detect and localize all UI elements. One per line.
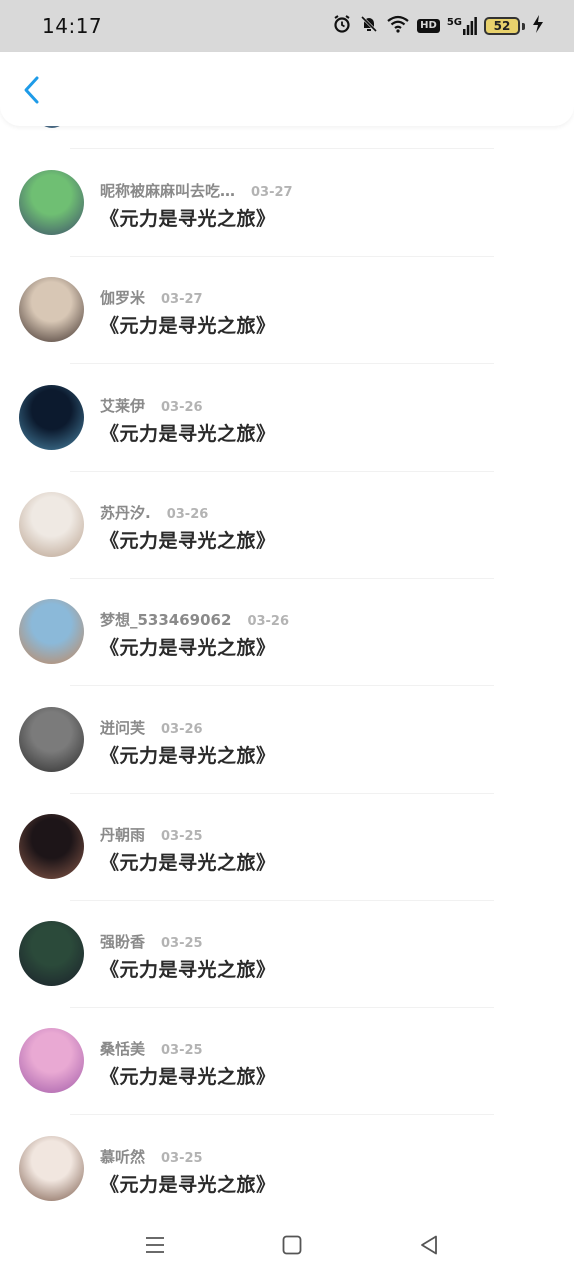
comment-date: 03-27 — [161, 292, 203, 307]
chevron-left-icon — [24, 76, 39, 104]
divider — [70, 793, 494, 794]
avatar[interactable] — [19, 599, 84, 664]
avatar[interactable] — [19, 277, 84, 342]
alarm-icon — [332, 14, 352, 38]
battery-level: 52 — [484, 17, 520, 35]
comment-text: 《元力是寻光之旅》 — [100, 423, 276, 445]
divider — [70, 148, 494, 149]
recent-apps-button[interactable] — [142, 1232, 168, 1258]
divider — [70, 685, 494, 686]
home-square-icon — [282, 1235, 302, 1255]
comment-meta: 丹朝雨 03-25 — [100, 824, 203, 845]
comment-meta: 迸问芙 03-26 — [100, 717, 203, 738]
back-nav-button[interactable] — [416, 1232, 442, 1258]
comment-text: 《元力是寻光之旅》 — [100, 959, 276, 981]
comment-meta: 苏丹汐. 03-26 — [100, 502, 208, 523]
list-item[interactable]: 桑恬美 03-25 《元力是寻光之旅》 — [0, 1028, 574, 1135]
list-item[interactable]: 苏丹汐. 03-26 《元力是寻光之旅》 — [0, 492, 574, 599]
comment-meta: 艾莱伊 03-26 — [100, 395, 203, 416]
divider — [70, 363, 494, 364]
battery-indicator: 52 — [484, 17, 525, 35]
mute-bell-icon — [359, 14, 379, 38]
divider — [70, 578, 494, 579]
user-name[interactable]: 昵称被麻麻叫去吃… — [100, 180, 235, 201]
comment-text: 《元力是寻光之旅》 — [100, 1066, 276, 1088]
top-header — [0, 52, 574, 126]
user-name[interactable]: 强盼香 — [100, 931, 145, 952]
home-button[interactable] — [279, 1232, 305, 1258]
user-name[interactable]: 艾莱伊 — [100, 395, 145, 416]
back-triangle-icon — [421, 1235, 437, 1255]
comment-date: 03-25 — [161, 936, 203, 951]
comment-date: 03-26 — [247, 614, 290, 629]
comment-meta: 强盼香 03-25 — [100, 931, 203, 952]
comment-meta: 昵称被麻麻叫去吃… 03-27 — [100, 180, 293, 201]
list-item[interactable]: 丹朝雨 03-25 《元力是寻光之旅》 — [0, 814, 574, 921]
divider — [70, 1114, 494, 1115]
back-button[interactable] — [16, 74, 48, 106]
avatar[interactable] — [19, 170, 84, 235]
user-name[interactable]: 桑恬美 — [100, 1038, 145, 1059]
list-item[interactable]: 昵称被麻麻叫去吃… 03-27 《元力是寻光之旅》 — [0, 170, 574, 277]
charging-icon — [532, 14, 544, 38]
system-nav-bar — [0, 1210, 574, 1280]
comment-text: 《元力是寻光之旅》 — [100, 315, 276, 337]
user-name[interactable]: 苏丹汐. — [100, 502, 151, 523]
comment-text: 《元力是寻光之旅》 — [100, 852, 276, 874]
list-item[interactable]: 伽罗米 03-27 《元力是寻光之旅》 — [0, 277, 574, 384]
comment-date: 03-25 — [161, 829, 203, 844]
list-item[interactable]: 艾莱伊 03-26 《元力是寻光之旅》 — [0, 385, 574, 492]
comment-date: 03-27 — [251, 185, 293, 200]
comment-date: 03-26 — [166, 507, 209, 522]
divider — [70, 900, 494, 901]
status-bar: 14:17 HD 5G 52 — [0, 0, 574, 52]
status-icons: HD 5G 52 — [332, 14, 544, 38]
menu-icon — [146, 1237, 164, 1253]
hd-badge: HD — [417, 19, 440, 33]
comment-meta: 梦想_533469062 03-26 — [100, 609, 289, 630]
user-name[interactable]: 丹朝雨 — [100, 824, 145, 845]
comment-date: 03-25 — [161, 1151, 203, 1166]
list-item[interactable]: 梦想_533469062 03-26 《元力是寻光之旅》 — [0, 599, 574, 706]
comment-text: 《元力是寻光之旅》 — [100, 208, 276, 230]
comment-meta: 桑恬美 03-25 — [100, 1038, 203, 1059]
divider — [70, 256, 494, 257]
comment-meta: 伽罗米 03-27 — [100, 287, 203, 308]
user-name[interactable]: 梦想_533469062 — [100, 609, 231, 630]
avatar[interactable] — [19, 1028, 84, 1093]
avatar[interactable] — [19, 814, 84, 879]
user-name[interactable]: 迸问芙 — [100, 717, 145, 738]
list-item[interactable]: 强盼香 03-25 《元力是寻光之旅》 — [0, 921, 574, 1028]
comment-date: 03-26 — [161, 400, 203, 415]
status-time: 14:17 — [42, 14, 103, 38]
divider — [70, 471, 494, 472]
comment-meta: 慕听然 03-25 — [100, 1146, 203, 1167]
divider — [70, 1007, 494, 1008]
avatar[interactable] — [19, 921, 84, 986]
avatar[interactable] — [19, 385, 84, 450]
comment-text: 《元力是寻光之旅》 — [100, 1174, 276, 1196]
comment-list[interactable]: 昵称被麻麻叫去吃… 03-27 《元力是寻光之旅》 伽罗米 03-27 《元力是寻光之旅》… — [0, 126, 574, 1210]
avatar[interactable] — [19, 492, 84, 557]
avatar[interactable] — [19, 707, 84, 772]
battery-tip — [522, 22, 525, 30]
comment-text: 《元力是寻光之旅》 — [100, 745, 276, 767]
avatar[interactable] — [36, 126, 68, 128]
signal-icon: 5G — [447, 17, 477, 35]
comment-date: 03-25 — [161, 1043, 203, 1058]
comment-text: 《元力是寻光之旅》 — [100, 637, 276, 659]
avatar[interactable] — [19, 1136, 84, 1201]
list-item[interactable]: 迸问芙 03-26 《元力是寻光之旅》 — [0, 707, 574, 814]
wifi-icon — [386, 14, 410, 38]
list-item[interactable]: 慕听然 03-25 《元力是寻光之旅》 — [0, 1136, 574, 1210]
user-name[interactable]: 伽罗米 — [100, 287, 145, 308]
comment-date: 03-26 — [161, 722, 203, 737]
user-name[interactable]: 慕听然 — [100, 1146, 145, 1167]
comment-text: 《元力是寻光之旅》 — [100, 530, 276, 552]
network-type: 5G — [446, 17, 462, 28]
